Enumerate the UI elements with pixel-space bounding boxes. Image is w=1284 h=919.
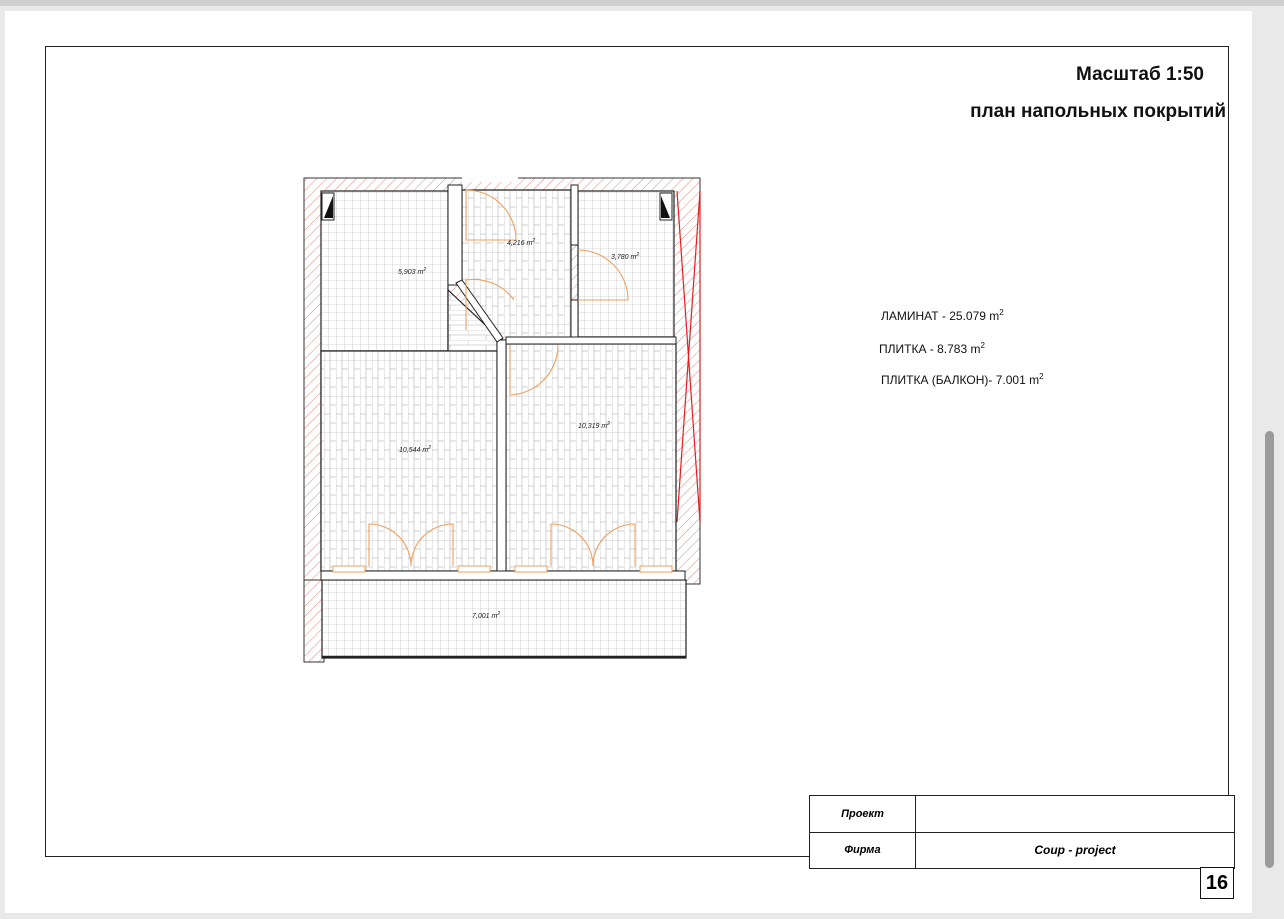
- firm-label: Фирма: [810, 832, 916, 868]
- balcony-wall-left: [303, 579, 325, 663]
- page-number: 16: [1200, 867, 1234, 899]
- floor-plan: 5,903 m2 4,216 m2 3,780 m2 10,544 m2 10,…: [303, 176, 701, 663]
- vertical-scrollbar[interactable]: [1265, 431, 1274, 868]
- project-value: [916, 796, 1234, 832]
- room-area-label: 4,216 m2: [507, 238, 535, 247]
- room-bedroom-right: [505, 343, 677, 572]
- wall-balcony: [320, 570, 686, 581]
- title-block-row-firm: Фирма Coup - project: [810, 832, 1234, 868]
- title-block: Проект Фирма Coup - project: [809, 795, 1235, 869]
- room-area-label: 10,319 m2: [578, 421, 610, 430]
- room-balcony: [321, 579, 687, 659]
- room-bedroom-left-floor: [320, 350, 498, 572]
- room-area-label: 10,544 m2: [399, 445, 431, 454]
- project-label: Проект: [810, 796, 916, 832]
- room-area-label: 5,903 m2: [398, 267, 426, 276]
- room-tile-left: [320, 190, 449, 352]
- room-area-label: 7,001 m2: [472, 611, 500, 620]
- wall-partition: [496, 339, 507, 574]
- document-viewer: Масштаб 1:50 план напольных покрытий ЛАМ…: [0, 0, 1284, 919]
- firm-value: Coup - project: [1034, 843, 1116, 857]
- room-area-label: 3,780 m2: [611, 252, 639, 261]
- title-block-row-project: Проект: [810, 796, 1234, 833]
- wall-partition: [447, 184, 463, 286]
- wall-partition: [570, 184, 579, 246]
